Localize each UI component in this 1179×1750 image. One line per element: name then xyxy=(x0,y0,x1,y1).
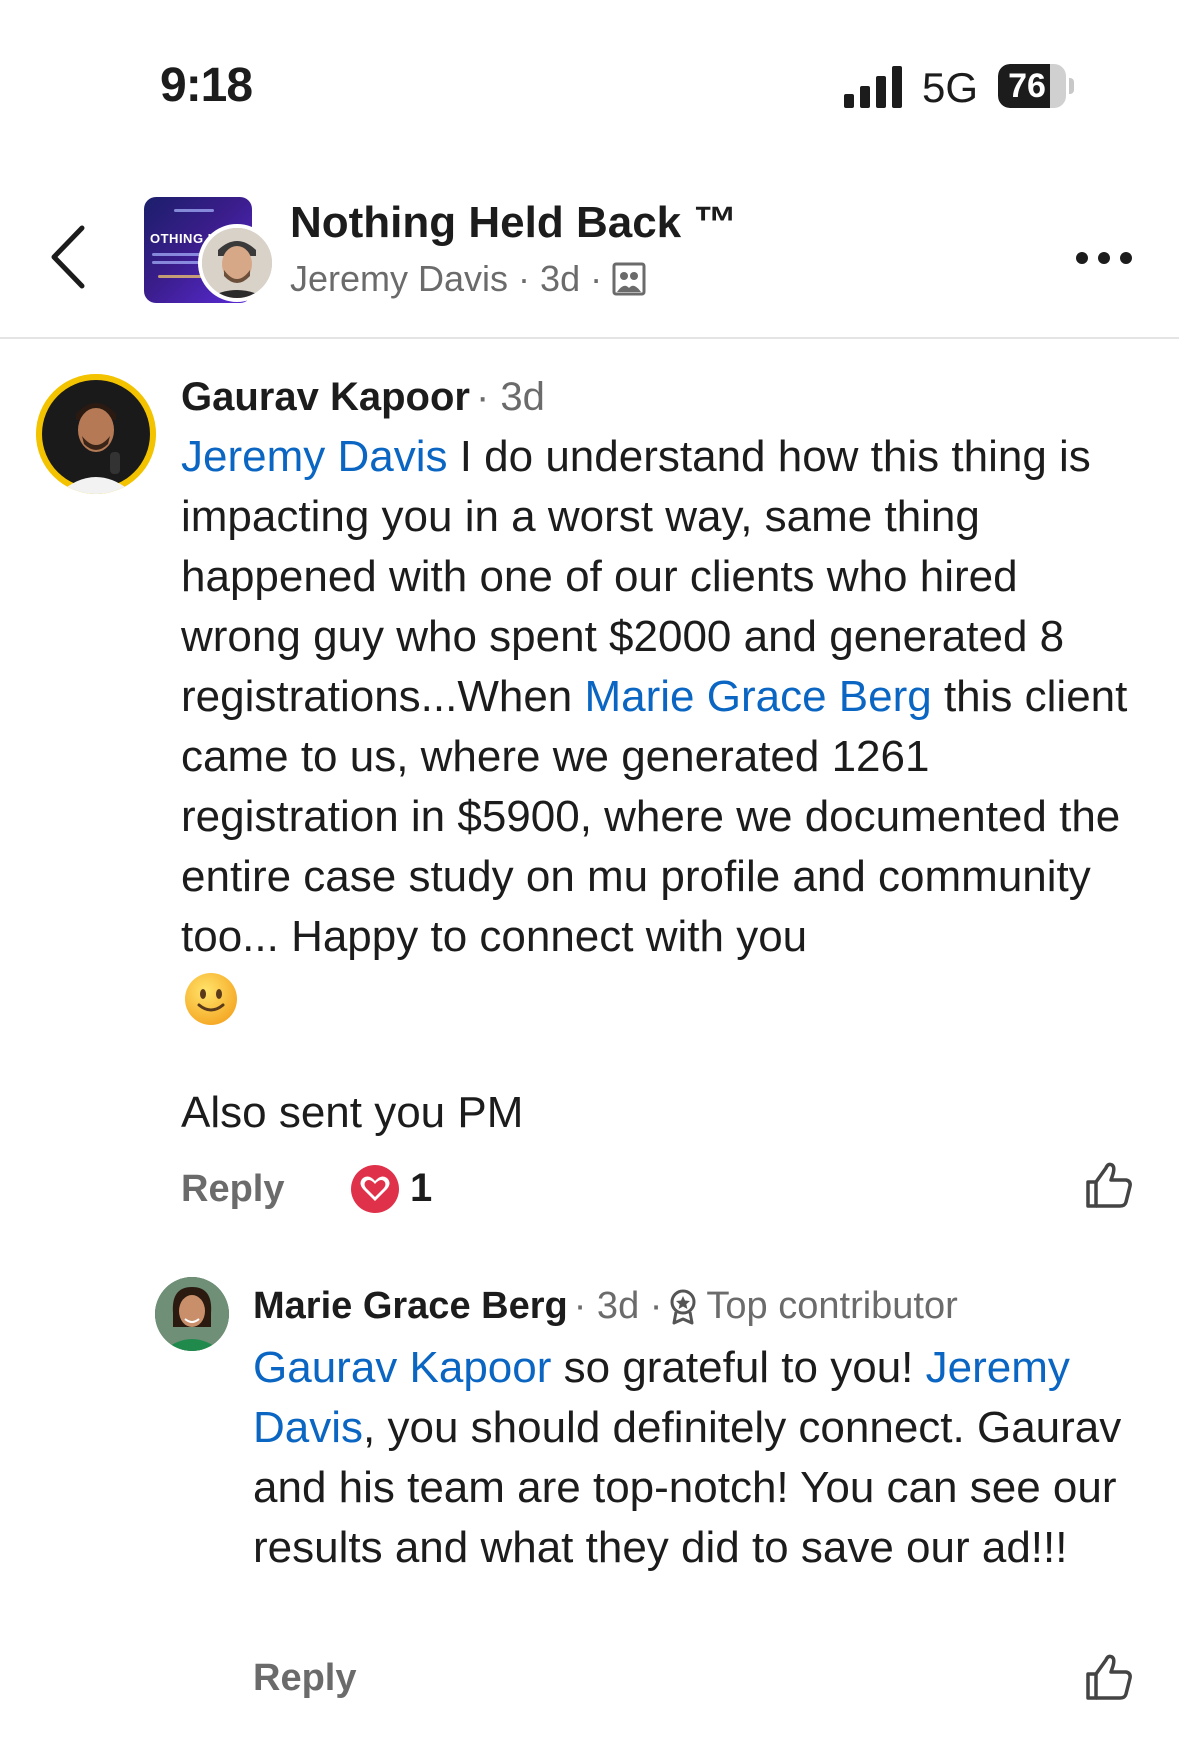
comment-text-segment: so grateful to you! xyxy=(551,1343,926,1392)
comment-author-name[interactable]: Marie Grace Berg xyxy=(253,1285,568,1328)
comment-text: Jeremy Davis I do understand how this th… xyxy=(181,427,1141,967)
post-author-name[interactable]: Jeremy Davis xyxy=(290,258,508,300)
meta-separator: · xyxy=(590,258,603,299)
reply-button[interactable]: Reply xyxy=(181,1168,284,1211)
like-icon[interactable] xyxy=(1084,1160,1134,1210)
comment-text-segment: , you should definitely connect. Gaurav … xyxy=(253,1403,1122,1572)
group-visibility-icon xyxy=(612,262,646,296)
top-contributor-label: Top contributor xyxy=(706,1285,958,1327)
battery-level: 76 xyxy=(1008,67,1046,105)
meta-separator: · xyxy=(518,258,531,299)
heart-icon[interactable] xyxy=(350,1164,400,1214)
reply-button[interactable]: Reply xyxy=(253,1657,356,1700)
post-author-avatar[interactable] xyxy=(198,224,276,302)
commenter-avatar[interactable] xyxy=(155,1277,229,1351)
top-contributor-badge: Top contributor xyxy=(668,1285,958,1328)
status-time: 9:18 xyxy=(160,59,253,112)
mention-link[interactable]: Gaurav Kapoor xyxy=(253,1343,551,1392)
mention-link[interactable]: Marie Grace Berg xyxy=(585,672,932,721)
commenter-avatar[interactable] xyxy=(36,374,156,494)
post-time: 3d xyxy=(540,258,581,299)
comment-text: Gaurav Kapoor so grateful to you! Jeremy… xyxy=(253,1338,1133,1578)
comment-author: Marie Grace Berg · 3d · Top contributor xyxy=(253,1285,958,1328)
post-meta: Jeremy Davis · 3d · xyxy=(290,258,646,300)
comment-time: · 3d · xyxy=(573,1285,663,1327)
header-divider xyxy=(0,337,1179,339)
mention-link[interactable]: Jeremy Davis xyxy=(181,432,448,481)
smile-emoji-icon xyxy=(185,973,237,1025)
back-chevron-icon[interactable] xyxy=(44,222,94,292)
comment-extra-text: Also sent you PM xyxy=(181,1088,524,1137)
more-icon[interactable] xyxy=(1074,250,1134,266)
signal-icon xyxy=(844,66,902,108)
group-name[interactable]: Nothing Held Back ™ xyxy=(290,198,737,248)
top-contributor-icon xyxy=(670,1289,696,1324)
comment-author-name[interactable]: Gaurav Kapoor xyxy=(181,375,470,419)
network-type: 5G xyxy=(922,64,979,111)
comment-author: Gaurav Kapoor · 3d xyxy=(181,375,545,420)
like-icon[interactable] xyxy=(1084,1652,1134,1702)
comment-time: · 3d xyxy=(475,375,545,419)
battery-icon: 76 xyxy=(998,64,1078,108)
reaction-count: 1 xyxy=(410,1166,433,1210)
